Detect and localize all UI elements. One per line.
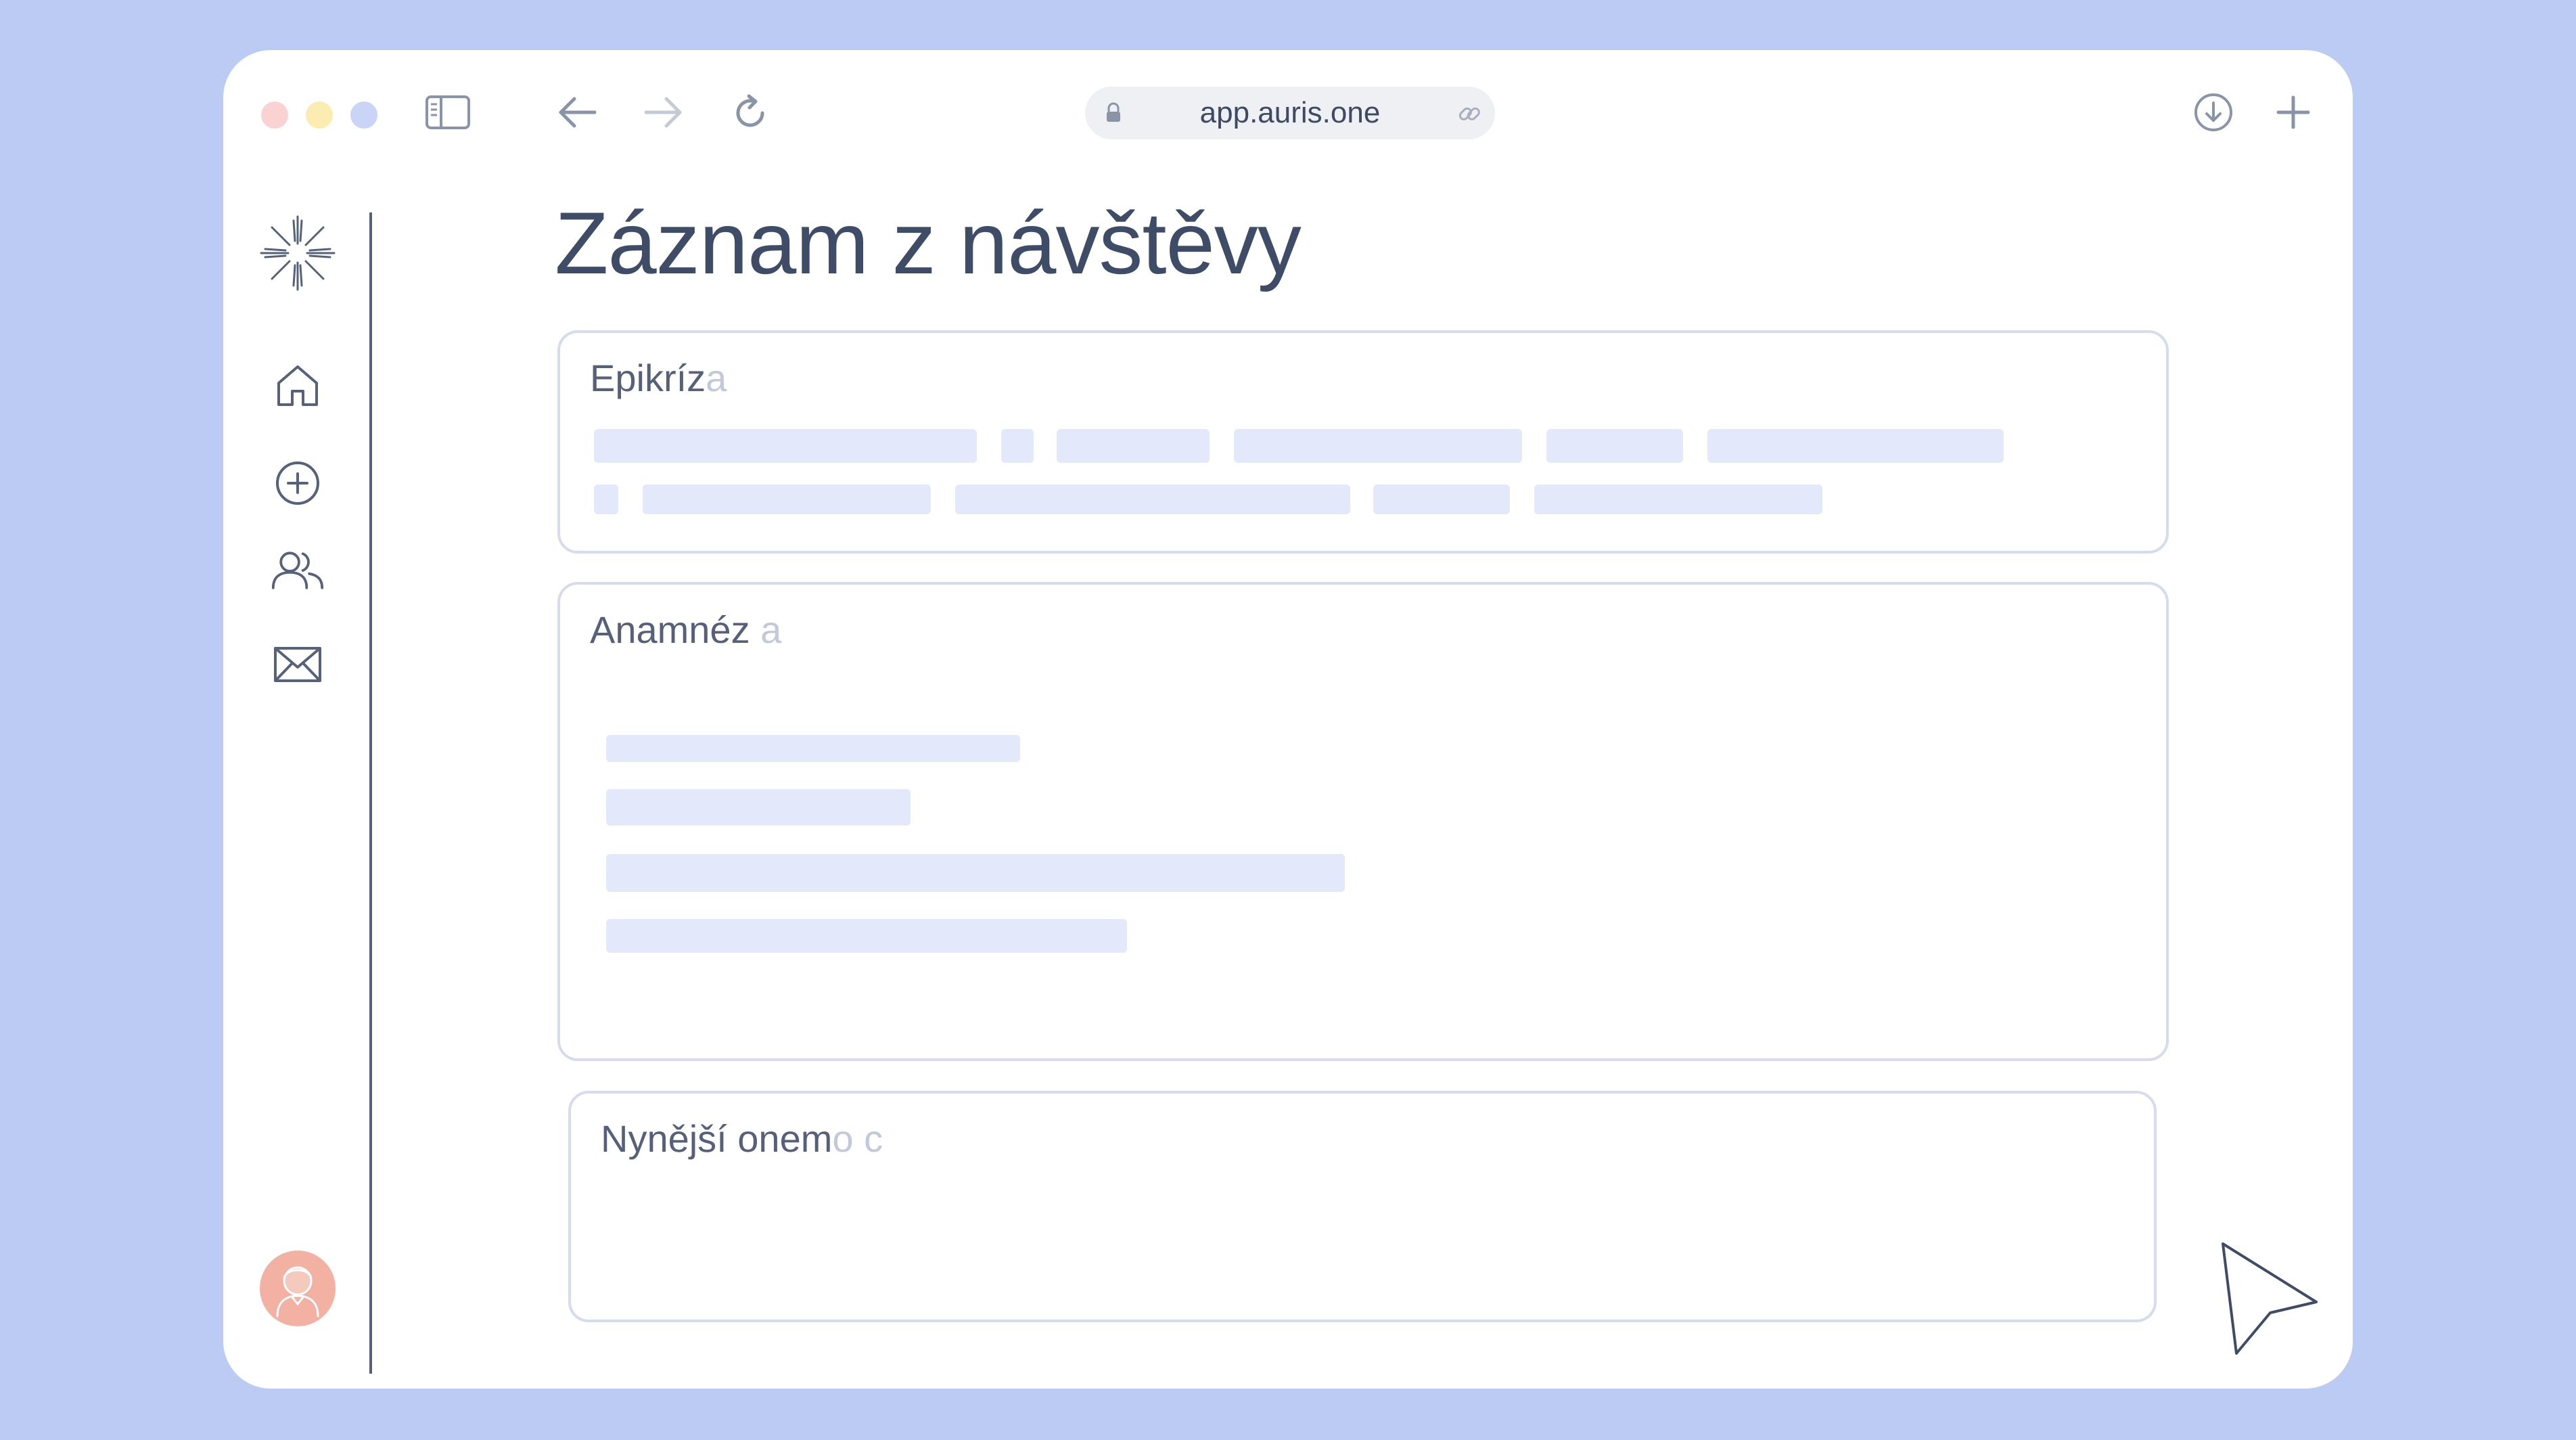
mouse-pointer-icon — [2216, 1237, 2324, 1362]
skeleton-line — [606, 735, 1020, 762]
section-title: Epikríza — [590, 357, 727, 399]
skeleton-line — [1546, 429, 1683, 463]
browser-window: app.auris.one Záznam z návštěvy Epikríza… — [223, 50, 2353, 1389]
section-anamneza[interactable]: Anamnéz a — [557, 582, 2169, 1061]
users-icon[interactable] — [271, 544, 325, 598]
skeleton-line — [1373, 485, 1510, 514]
skeleton-line — [1001, 429, 1034, 463]
avatar[interactable] — [260, 1251, 336, 1326]
back-icon[interactable] — [553, 92, 601, 133]
skeleton-line — [606, 854, 1345, 892]
maximize-window-button[interactable] — [350, 102, 377, 129]
skeleton-line — [955, 485, 1350, 514]
skeleton-line — [643, 485, 931, 514]
section-title: Nynější onemo c — [601, 1117, 883, 1160]
link-icon[interactable] — [1456, 100, 1483, 131]
skeleton-line — [1057, 429, 1210, 463]
logo-icon[interactable] — [257, 212, 338, 294]
skeleton-line — [606, 919, 1127, 953]
add-icon[interactable] — [271, 456, 325, 510]
new-tab-icon[interactable] — [2268, 87, 2319, 138]
skeleton-line — [606, 789, 911, 826]
sidebar-divider — [369, 212, 372, 1374]
skeleton-line — [1234, 429, 1522, 463]
close-window-button[interactable] — [261, 102, 288, 129]
download-icon[interactable] — [2188, 87, 2239, 138]
section-epikriza[interactable]: Epikríza — [557, 330, 2169, 554]
address-bar[interactable]: app.auris.one — [1085, 87, 1495, 139]
section-nynejsi-onemocneni[interactable]: Nynější onemo c — [568, 1091, 2157, 1322]
page-title: Záznam z návštěvy — [555, 194, 1302, 292]
forward-icon[interactable] — [640, 92, 687, 133]
skeleton-line — [594, 429, 977, 463]
skeleton-line — [1534, 485, 1822, 514]
sidebar-toggle-icon[interactable] — [423, 92, 472, 133]
minimize-window-button[interactable] — [306, 102, 333, 129]
home-icon[interactable] — [271, 359, 325, 413]
url-text: app.auris.one — [1199, 96, 1381, 129]
mail-icon[interactable] — [271, 637, 325, 692]
skeleton-line — [1707, 429, 2004, 463]
reload-icon[interactable] — [727, 89, 774, 137]
skeleton-line — [594, 485, 618, 514]
section-title: Anamnéz a — [590, 608, 782, 651]
